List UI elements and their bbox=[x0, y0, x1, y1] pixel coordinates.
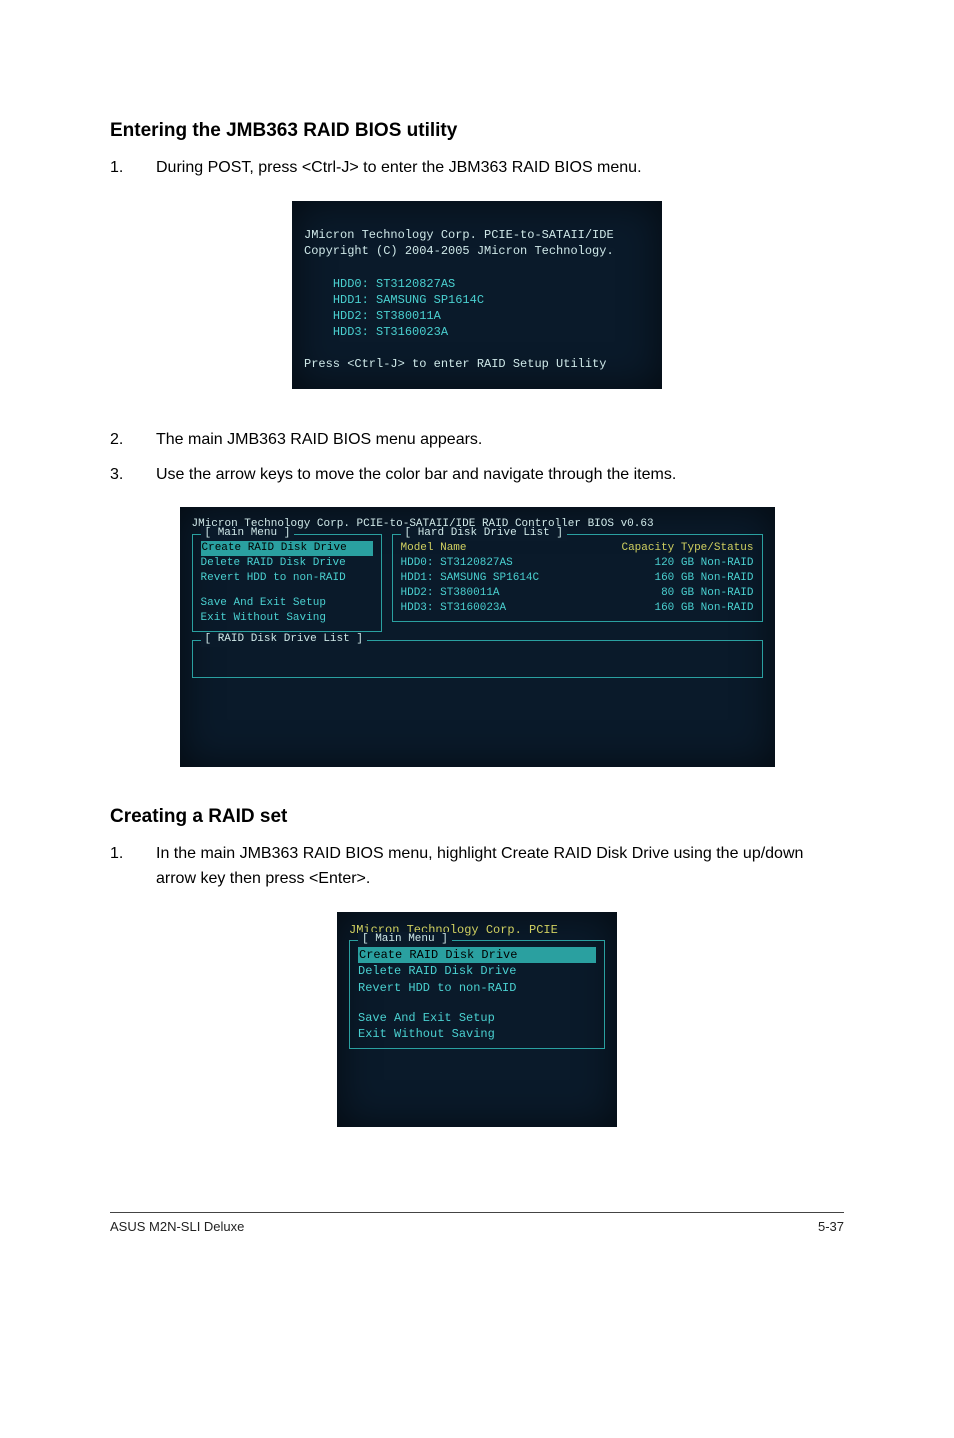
steps-list-enter: 1. During POST, press <Ctrl-J> to enter … bbox=[110, 156, 844, 181]
col-header: Capacity Type/Status bbox=[621, 541, 753, 556]
bios-menu-item-revert: Revert HDD to non-RAID bbox=[201, 571, 373, 586]
panel-title: [ Main Menu ] bbox=[358, 932, 452, 947]
step-item: 1. In the main JMB363 RAID BIOS menu, hi… bbox=[110, 842, 844, 892]
step-text: The main JMB363 RAID BIOS menu appears. bbox=[156, 428, 844, 453]
step-number: 2. bbox=[110, 428, 156, 453]
steps-list-create: 1. In the main JMB363 RAID BIOS menu, hi… bbox=[110, 842, 844, 892]
bios-hdd-line: HDD0: ST3120827AS bbox=[333, 277, 455, 291]
steps-list-enter-cont: 2. The main JMB363 RAID BIOS menu appear… bbox=[110, 428, 844, 488]
page-footer: ASUS M2N-SLI Deluxe 5-37 bbox=[110, 1212, 844, 1234]
bios-menu-item-create: Create RAID Disk Drive bbox=[201, 541, 373, 556]
bios-raid-list-panel: [ RAID Disk Drive List ] bbox=[192, 640, 763, 678]
step-number: 3. bbox=[110, 463, 156, 488]
bios-main-menu-screenshot: JMicron Technology Corp. PCIE-to-SATAII/… bbox=[180, 507, 775, 767]
bios-menu-item-revert: Revert HDD to non-RAID bbox=[358, 980, 596, 996]
step-item: 3. Use the arrow keys to move the color … bbox=[110, 463, 844, 488]
step-text: Use the arrow keys to move the color bar… bbox=[156, 463, 844, 488]
drive-cap: 120 GB Non-RAID bbox=[654, 556, 753, 571]
bios-hdd-line: HDD1: SAMSUNG SP1614C bbox=[333, 293, 484, 307]
bios-create-raid-screenshot: JMicron Technology Corp. PCIE [ Main Men… bbox=[337, 912, 617, 1127]
step-text: During POST, press <Ctrl-J> to enter the… bbox=[156, 156, 844, 181]
panel-title: [ Hard Disk Drive List ] bbox=[401, 526, 567, 541]
panel-title: [ RAID Disk Drive List ] bbox=[201, 632, 367, 647]
panel-title: [ Main Menu ] bbox=[201, 526, 295, 541]
section-heading-creating: Creating a RAID set bbox=[110, 806, 844, 828]
bios-menu-item-exit: Exit Without Saving bbox=[358, 1026, 596, 1042]
bios-menu-item-create: Create RAID Disk Drive bbox=[358, 947, 596, 963]
bios-menu-item-save: Save And Exit Setup bbox=[358, 1010, 596, 1026]
drive-row: HDD2: ST380011A bbox=[401, 586, 662, 601]
footer-product: ASUS M2N-SLI Deluxe bbox=[110, 1219, 244, 1234]
bios-menu-item-save: Save And Exit Setup bbox=[201, 596, 373, 611]
footer-page-number: 5-37 bbox=[818, 1219, 844, 1234]
bios-menu-item-exit: Exit Without Saving bbox=[201, 611, 373, 626]
drive-row: HDD3: ST3160023A bbox=[401, 601, 655, 616]
step-item: 1. During POST, press <Ctrl-J> to enter … bbox=[110, 156, 844, 181]
bios-prompt: Press <Ctrl-J> to enter RAID Setup Utili… bbox=[304, 357, 606, 371]
bios-main-menu-panel: [ Main Menu ] Create RAID Disk Drive Del… bbox=[192, 534, 382, 632]
step-number: 1. bbox=[110, 156, 156, 181]
bios-hdd-line: HDD2: ST380011A bbox=[333, 309, 441, 323]
section-heading-entering: Entering the JMB363 RAID BIOS utility bbox=[110, 120, 844, 142]
bios-main-menu-panel: [ Main Menu ] Create RAID Disk Drive Del… bbox=[349, 940, 605, 1049]
step-item: 2. The main JMB363 RAID BIOS menu appear… bbox=[110, 428, 844, 453]
bios-hdd-line: HDD3: ST3160023A bbox=[333, 325, 448, 339]
bios-post-screenshot: JMicron Technology Corp. PCIE-to-SATAII/… bbox=[292, 201, 662, 389]
bios-menu-item-delete: Delete RAID Disk Drive bbox=[358, 963, 596, 979]
step-text: In the main JMB363 RAID BIOS menu, highl… bbox=[156, 842, 844, 892]
drive-row: HDD1: SAMSUNG SP1614C bbox=[401, 571, 655, 586]
step-number: 1. bbox=[110, 842, 156, 892]
col-header: Model Name bbox=[401, 541, 622, 556]
drive-cap: 160 GB Non-RAID bbox=[654, 571, 753, 586]
bios-line: JMicron Technology Corp. PCIE-to-SATAII/… bbox=[304, 228, 614, 242]
drive-cap: 160 GB Non-RAID bbox=[654, 601, 753, 616]
drive-cap: 80 GB Non-RAID bbox=[661, 586, 753, 601]
bios-menu-item-delete: Delete RAID Disk Drive bbox=[201, 556, 373, 571]
drive-row: HDD0: ST3120827AS bbox=[401, 556, 655, 571]
bios-line: Copyright (C) 2004-2005 JMicron Technolo… bbox=[304, 244, 614, 258]
bios-drive-list-panel: [ Hard Disk Drive List ] Model NameCapac… bbox=[392, 534, 763, 622]
